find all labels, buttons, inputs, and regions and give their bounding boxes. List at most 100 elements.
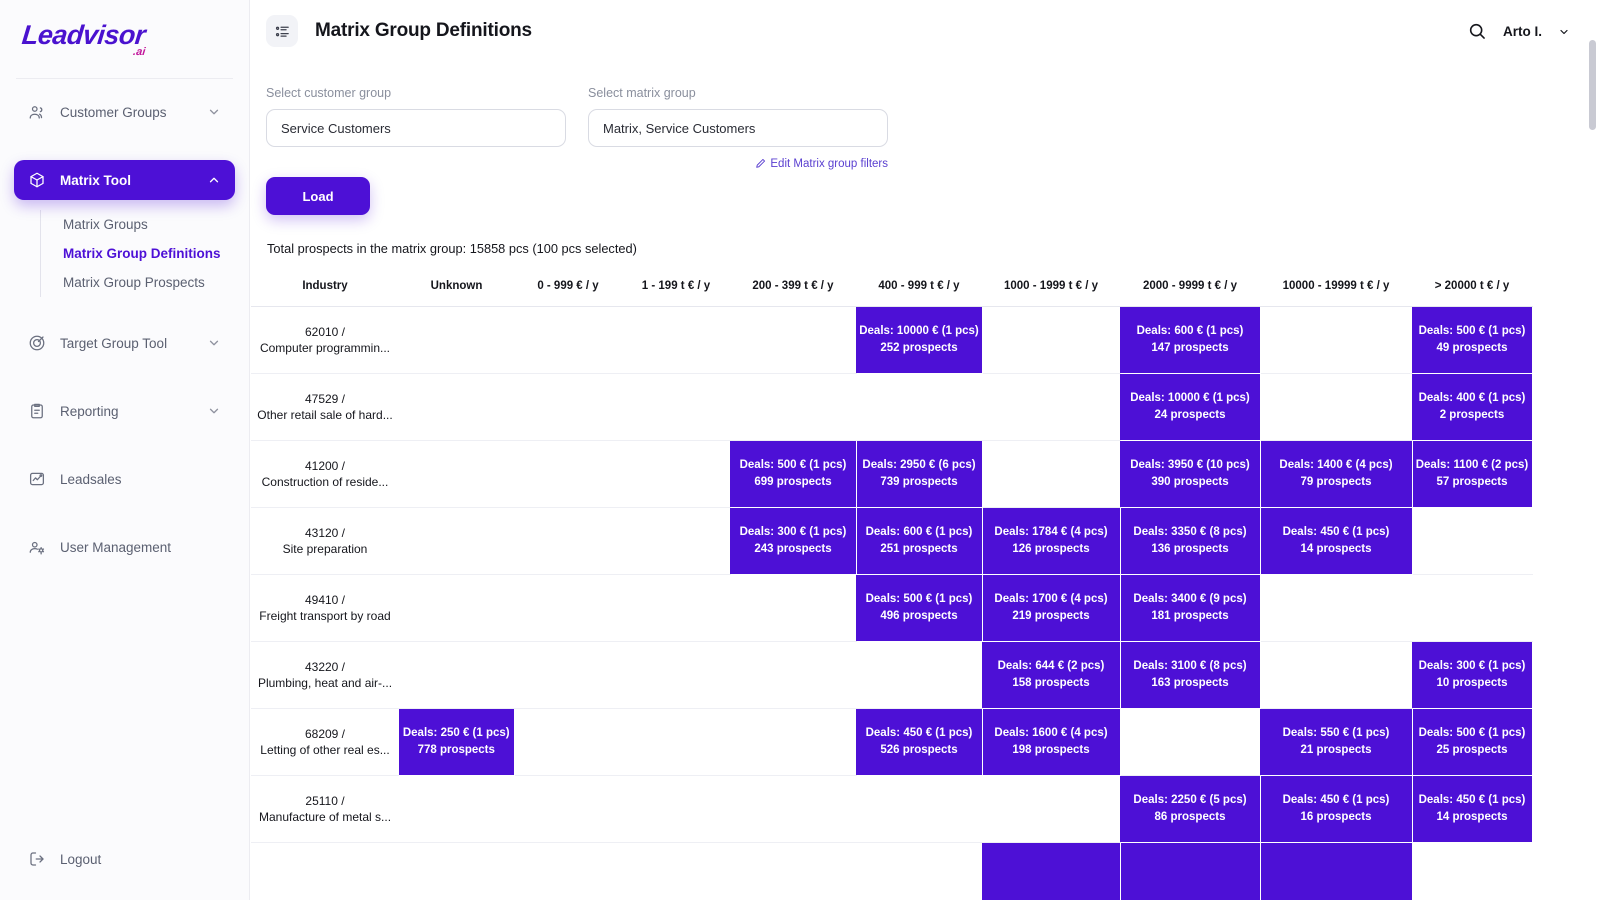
industry-cell[interactable]: 47529 / Other retail sale of hard... bbox=[251, 373, 399, 441]
matrix-cell-filled[interactable] bbox=[982, 842, 1121, 900]
chevron-down-icon[interactable] bbox=[1558, 25, 1570, 37]
col-header-10000-19999t[interactable]: 10000 - 19999 t € / y bbox=[1260, 272, 1412, 307]
list-details-icon[interactable] bbox=[266, 15, 298, 47]
chevron-down-icon[interactable] bbox=[207, 404, 221, 418]
edit-matrix-group-filters-link[interactable]: Edit Matrix group filters bbox=[754, 157, 888, 170]
user-menu-label[interactable]: Arto I. bbox=[1503, 24, 1542, 39]
vertical-scrollbar-thumb[interactable] bbox=[1589, 40, 1596, 130]
table-row: 47529 / Other retail sale of hard... Deals… bbox=[251, 373, 1533, 441]
cell-prospects: 699 prospects bbox=[754, 476, 832, 488]
matrix-cell-filled[interactable]: Deals: 3950 € (10 pcs) 390 prospects bbox=[1120, 440, 1261, 508]
cell-prospects: 10 prospects bbox=[1436, 677, 1508, 689]
cell-deals: Deals: 2950 € (6 pcs) bbox=[862, 459, 976, 472]
col-header-1-199t[interactable]: 1 - 199 t € / y bbox=[622, 272, 730, 307]
matrix-cell-filled[interactable]: Deals: 550 € (1 pcs) 21 prospects bbox=[1260, 708, 1413, 776]
matrix-cell-filled[interactable]: Deals: 10000 € (1 pcs) 24 prospects bbox=[1120, 373, 1261, 441]
col-header-200-399t[interactable]: 200 - 399 t € / y bbox=[730, 272, 856, 307]
matrix-cell-filled[interactable]: Deals: 1600 € (4 pcs) 198 prospects bbox=[982, 708, 1121, 776]
sidebar-item-reporting[interactable]: Reporting bbox=[14, 391, 235, 431]
matrix-cell-filled[interactable]: Deals: 2250 € (5 pcs) 86 prospects bbox=[1120, 775, 1261, 843]
matrix-cell-filled[interactable]: Deals: 450 € (1 pcs) 526 prospects bbox=[856, 708, 983, 776]
sidebar-item-leadsales[interactable]: Leadsales bbox=[14, 459, 235, 499]
matrix-cell-filled[interactable]: Deals: 600 € (1 pcs) 147 prospects bbox=[1120, 306, 1261, 374]
cell-prospects: 79 prospects bbox=[1300, 476, 1372, 488]
matrix-cell-filled[interactable]: Deals: 300 € (1 pcs) 10 prospects bbox=[1412, 641, 1533, 709]
load-button[interactable]: Load bbox=[266, 177, 370, 215]
matrix-cell-empty bbox=[399, 842, 514, 900]
col-header-over-20000t[interactable]: > 20000 t € / y bbox=[1412, 272, 1532, 307]
matrix-cell-filled[interactable]: Deals: 450 € (1 pcs) 14 prospects bbox=[1260, 507, 1413, 575]
cell-prospects: 25 prospects bbox=[1436, 744, 1508, 756]
chevron-up-icon[interactable] bbox=[207, 173, 221, 187]
sidebar-subitem-matrix-group-prospects[interactable]: Matrix Group Prospects bbox=[63, 268, 221, 297]
matrix-cell-filled[interactable]: Deals: 250 € (1 pcs) 778 prospects bbox=[399, 708, 515, 776]
matrix-cell-filled[interactable]: Deals: 3350 € (8 pcs) 136 prospects bbox=[1120, 507, 1261, 575]
matrix-cell-filled[interactable]: Deals: 1784 € (4 pcs) 126 prospects bbox=[982, 507, 1121, 575]
matrix-group-input[interactable] bbox=[588, 109, 888, 147]
matrix-cell-filled[interactable]: Deals: 600 € (1 pcs) 251 prospects bbox=[856, 507, 983, 575]
industry-cell[interactable] bbox=[251, 842, 399, 900]
industry-cell[interactable]: 43220 / Plumbing, heat and air-... bbox=[251, 641, 399, 709]
sidebar-subitem-matrix-group-definitions[interactable]: Matrix Group Definitions bbox=[63, 239, 221, 268]
matrix-cell-filled[interactable]: Deals: 3100 € (8 pcs) 163 prospects bbox=[1120, 641, 1261, 709]
matrix-cell-filled[interactable]: Deals: 10000 € (1 pcs) 252 prospects bbox=[856, 306, 983, 374]
sidebar-item-customer-groups[interactable]: Customer Groups bbox=[14, 92, 235, 132]
cell-prospects: 243 prospects bbox=[754, 543, 832, 555]
matrix-cell-filled[interactable]: Deals: 1100 € (2 pcs) 57 prospects bbox=[1412, 440, 1533, 508]
col-header-unknown[interactable]: Unknown bbox=[399, 272, 514, 307]
matrix-cell-filled[interactable]: Deals: 450 € (1 pcs) 16 prospects bbox=[1260, 775, 1413, 843]
industry-cell[interactable]: 62010 / Computer programmin... bbox=[251, 306, 399, 374]
industry-cell[interactable]: 49410 / Freight transport by road bbox=[251, 574, 399, 642]
matrix-cell-filled[interactable]: Deals: 450 € (1 pcs) 14 prospects bbox=[1412, 775, 1533, 843]
matrix-cell-empty bbox=[622, 775, 730, 843]
matrix-cell-filled[interactable]: Deals: 2950 € (6 pcs) 739 prospects bbox=[856, 440, 983, 508]
vertical-scrollbar-track[interactable] bbox=[1589, 56, 1596, 886]
matrix-cell-filled[interactable] bbox=[1120, 842, 1261, 900]
sidebar-item-user-management[interactable]: User Management bbox=[14, 527, 235, 567]
col-header-0-999[interactable]: 0 - 999 € / y bbox=[514, 272, 622, 307]
matrix-cell-filled[interactable]: Deals: 500 € (1 pcs) 25 prospects bbox=[1412, 708, 1533, 776]
industry-cell[interactable]: 68209 / Letting of other real es... bbox=[251, 708, 399, 776]
col-header-1000-1999t[interactable]: 1000 - 1999 t € / y bbox=[982, 272, 1120, 307]
matrix-cell-filled[interactable]: Deals: 644 € (2 pcs) 158 prospects bbox=[982, 641, 1121, 709]
matrix-cell-filled[interactable]: Deals: 3400 € (9 pcs) 181 prospects bbox=[1120, 574, 1261, 642]
matrix-cell-filled[interactable]: Deals: 500 € (1 pcs) 699 prospects bbox=[730, 440, 857, 508]
target-icon bbox=[28, 334, 46, 352]
matrix-cell-empty bbox=[856, 641, 982, 709]
matrix-cell-empty bbox=[730, 708, 856, 776]
chevron-down-icon[interactable] bbox=[207, 105, 221, 119]
sidebar-subitem-matrix-groups[interactable]: Matrix Groups bbox=[63, 210, 221, 239]
matrix-cell-filled[interactable]: Deals: 400 € (1 pcs) 2 prospects bbox=[1412, 373, 1533, 441]
pencil-edit-icon bbox=[754, 157, 767, 170]
col-header-400-999t[interactable]: 400 - 999 t € / y bbox=[856, 272, 982, 307]
sidebar-item-target-group-tool[interactable]: Target Group Tool bbox=[14, 323, 235, 363]
industry-code: 43120 / bbox=[304, 525, 346, 540]
matrix-cell-filled[interactable]: Deals: 1700 € (4 pcs) 219 prospects bbox=[982, 574, 1121, 642]
matrix-cell-filled[interactable]: Deals: 500 € (1 pcs) 49 prospects bbox=[1412, 306, 1533, 374]
chevron-down-icon[interactable] bbox=[207, 336, 221, 350]
search-icon[interactable] bbox=[1467, 21, 1487, 41]
cell-deals: Deals: 1100 € (2 pcs) bbox=[1415, 459, 1529, 472]
clipboard-icon bbox=[28, 402, 46, 420]
logout-button[interactable]: Logout bbox=[14, 850, 115, 868]
customer-group-field: Select customer group bbox=[266, 86, 566, 147]
col-header-industry[interactable]: Industry bbox=[251, 272, 399, 307]
industry-cell[interactable]: 25110 / Manufacture of metal s... bbox=[251, 775, 399, 843]
industry-cell[interactable]: 43120 / Site preparation bbox=[251, 507, 399, 575]
matrix-cell-filled[interactable] bbox=[1260, 842, 1413, 900]
matrix-cell-filled[interactable]: Deals: 1400 € (4 pcs) 79 prospects bbox=[1260, 440, 1413, 508]
col-header-2000-9999t[interactable]: 2000 - 9999 t € / y bbox=[1120, 272, 1260, 307]
matrix-header-row: Industry Unknown 0 - 999 € / y 1 - 199 t… bbox=[251, 272, 1532, 307]
cell-prospects: 778 prospects bbox=[417, 744, 495, 756]
industry-name: Letting of other real es... bbox=[260, 743, 390, 757]
customer-group-input[interactable] bbox=[266, 109, 566, 147]
chart-box-icon bbox=[28, 470, 46, 488]
industry-cell[interactable]: 41200 / Construction of reside... bbox=[251, 440, 399, 508]
sidebar-item-matrix-tool[interactable]: Matrix Tool bbox=[14, 160, 235, 200]
matrix-cell-filled[interactable]: Deals: 300 € (1 pcs) 243 prospects bbox=[730, 507, 857, 575]
matrix-cell-filled[interactable]: Deals: 500 € (1 pcs) 496 prospects bbox=[856, 574, 983, 642]
logout-label: Logout bbox=[60, 851, 102, 867]
topbar: Matrix Group Definitions Arto I. bbox=[250, 0, 1600, 62]
matrix-cell-empty bbox=[856, 373, 982, 441]
brand-logo[interactable]: Leadvisor .ai bbox=[0, 0, 249, 78]
